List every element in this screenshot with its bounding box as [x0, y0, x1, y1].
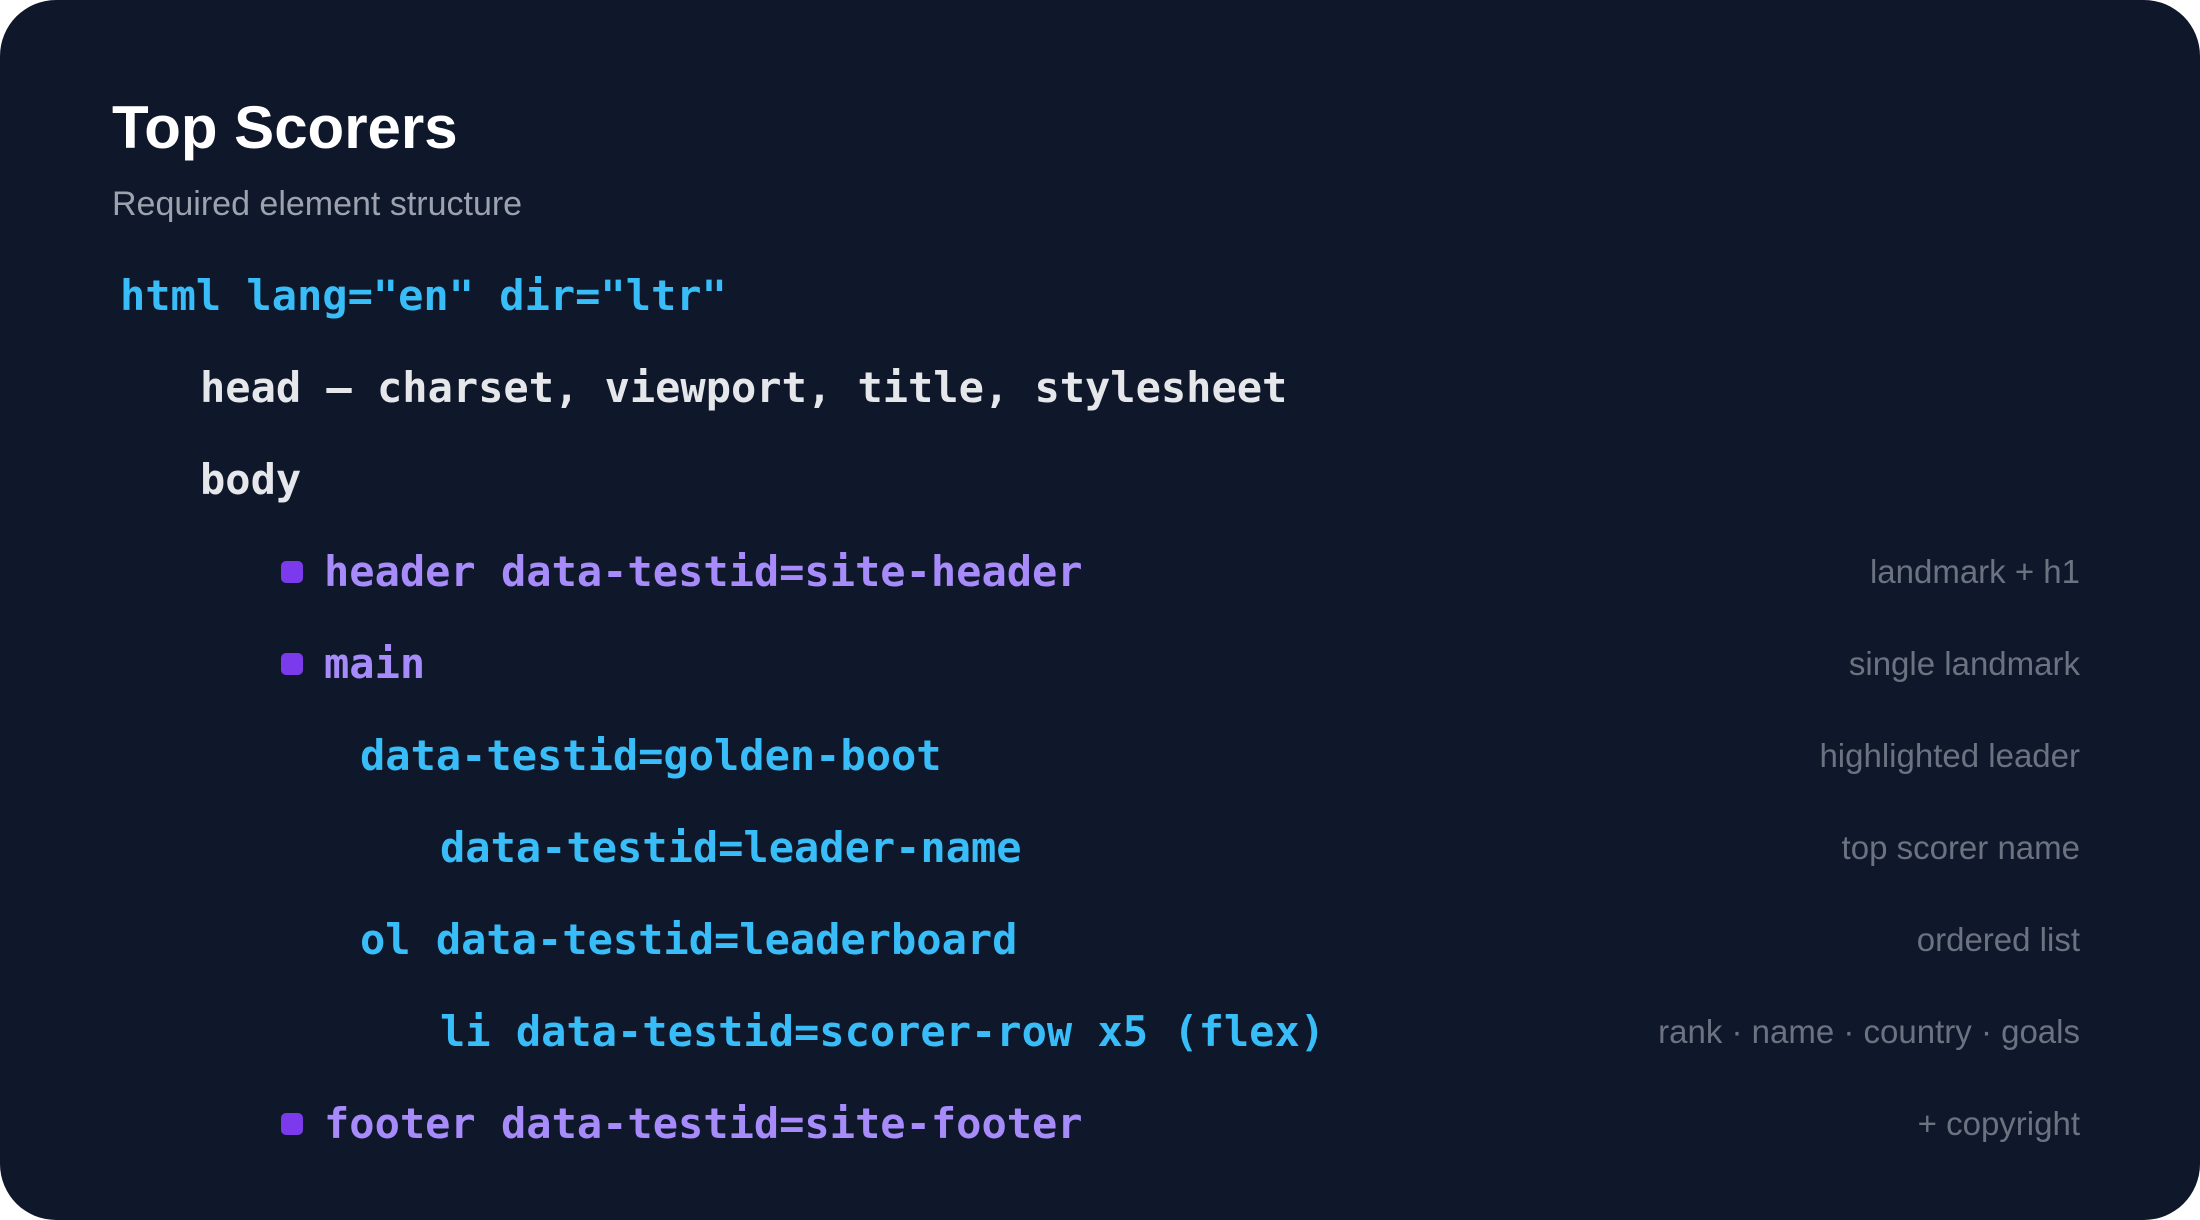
tree-node-scorer-row: li data-testid=scorer-row x5 (flex) rank…	[0, 986, 2200, 1078]
footer-note: + copyright	[1917, 1105, 2080, 1142]
golden-boot-note: highlighted leader	[1819, 737, 2080, 774]
tree-node-leaderboard: ol data-testid=leaderboard ordered list	[0, 894, 2200, 986]
landmark-bullet-icon	[281, 1113, 303, 1135]
landmark-bullet-icon	[281, 653, 303, 675]
tree-node-head: head — charset, viewport, title, stylesh…	[0, 342, 2200, 434]
structure-card: Top Scorers Required element structure h…	[0, 0, 2200, 1220]
tree-node-html: html lang="en" dir="ltr"	[0, 250, 2200, 342]
scorer-row-note: rank · name · country · goals	[1658, 1013, 2080, 1050]
tree-node-main: main single landmark	[0, 618, 2200, 710]
main-note: single landmark	[1848, 645, 2080, 682]
header-element-label: header data-testid=site-header	[324, 547, 1083, 596]
leader-name-element-label: data-testid=leader-name	[440, 823, 1022, 872]
leaderboard-element-label: ol data-testid=leaderboard	[360, 915, 1018, 964]
page-title: Top Scorers	[112, 94, 458, 161]
tree-node-header: header data-testid=site-header landmark …	[0, 526, 2200, 618]
header-note: landmark + h1	[1869, 553, 2080, 590]
tree-node-leader-name: data-testid=leader-name top scorer name	[0, 802, 2200, 894]
landmark-bullet-icon	[281, 561, 303, 583]
tree-node-golden-boot: data-testid=golden-boot highlighted lead…	[0, 710, 2200, 802]
tree-node-footer: footer data-testid=site-footer + copyrig…	[0, 1078, 2200, 1170]
scorer-row-element-label: li data-testid=scorer-row x5 (flex)	[440, 1007, 1326, 1056]
html-element-label: html lang="en" dir="ltr"	[120, 271, 727, 320]
body-element-label: body	[200, 455, 302, 504]
leaderboard-note: ordered list	[1916, 921, 2080, 958]
golden-boot-element-label: data-testid=golden-boot	[360, 731, 942, 780]
page-subtitle: Required element structure	[112, 185, 523, 223]
leader-name-note: top scorer name	[1841, 829, 2080, 866]
head-element-label: head — charset, viewport, title, stylesh…	[200, 363, 1288, 412]
tree-node-body: body	[0, 434, 2200, 526]
footer-element-label: footer data-testid=site-footer	[324, 1099, 1083, 1148]
main-element-label: main	[324, 639, 426, 688]
